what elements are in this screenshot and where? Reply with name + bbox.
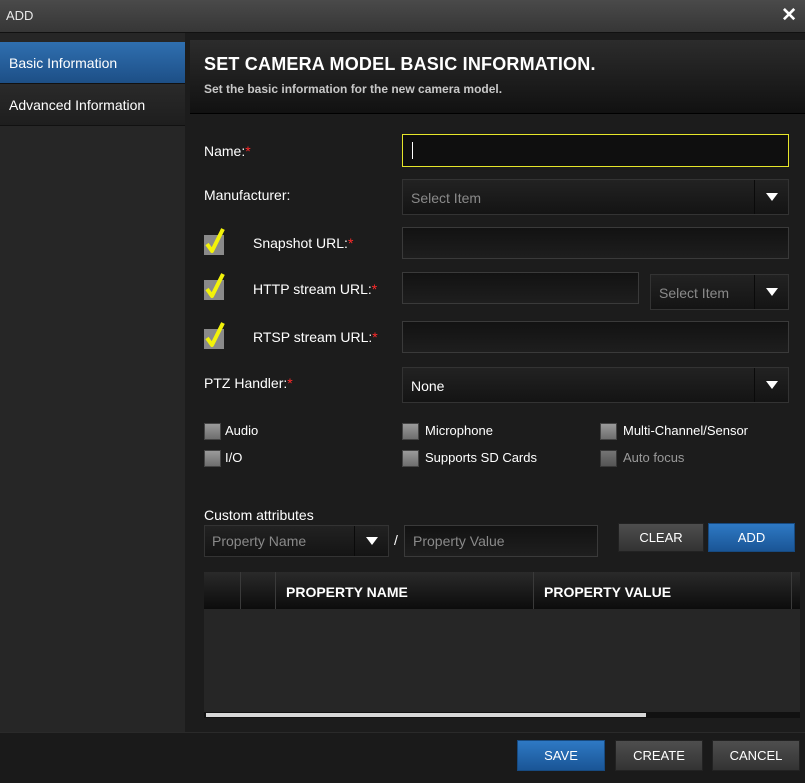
- title-bar: ADD ✕: [0, 0, 805, 33]
- horizontal-scrollbar[interactable]: [204, 712, 800, 718]
- table-header: PROPERTY NAME PROPERTY VALUE: [204, 572, 800, 609]
- page-title: SET CAMERA MODEL BASIC INFORMATION.: [204, 54, 596, 74]
- panel-header: SET CAMERA MODEL BASIC INFORMATION. Set …: [190, 40, 805, 114]
- io-checkbox[interactable]: [204, 450, 221, 467]
- property-name-select[interactable]: Property Name: [204, 525, 389, 557]
- name-label: Name:*: [204, 143, 251, 159]
- page-subtitle: Set the basic information for the new ca…: [204, 82, 503, 96]
- rtsp-stream-url-label: RTSP stream URL:*: [253, 329, 378, 345]
- manufacturer-select-value: Select Item: [411, 190, 482, 206]
- required-mark: *: [245, 143, 251, 159]
- manufacturer-label: Manufacturer:: [204, 187, 291, 203]
- required-mark: *: [347, 235, 354, 251]
- create-button[interactable]: CREATE: [615, 740, 703, 771]
- snapshot-url-input[interactable]: [402, 227, 789, 259]
- separator-slash: /: [394, 532, 398, 548]
- supports-sd-cards-checkbox[interactable]: [402, 450, 419, 467]
- snapshot-url-checkbox[interactable]: [204, 228, 225, 255]
- window-title: ADD: [6, 8, 34, 23]
- rtsp-stream-url-checkbox[interactable]: [204, 322, 225, 349]
- ptz-handler-label: PTZ Handler:*: [204, 375, 293, 391]
- sidebar-item-label: Basic Information: [9, 55, 118, 71]
- http-stream-url-label: HTTP stream URL:*: [253, 281, 378, 297]
- scrollbar-thumb[interactable]: [206, 713, 646, 717]
- auto-focus-label: Auto focus: [623, 450, 685, 465]
- required-mark: *: [372, 329, 378, 345]
- sidebar-item-basic-information[interactable]: Basic Information: [0, 42, 185, 84]
- name-input[interactable]: [402, 134, 789, 167]
- auto-focus-checkbox: [600, 450, 617, 467]
- cancel-button[interactable]: CANCEL: [712, 740, 800, 771]
- multi-channel-sensor-label: Multi-Channel/Sensor: [623, 423, 749, 438]
- check-icon: [205, 322, 225, 347]
- add-button[interactable]: ADD: [708, 523, 795, 552]
- audio-label: Audio: [225, 423, 259, 438]
- snapshot-url-label: Snapshot URL:*: [253, 235, 354, 251]
- sidebar: Basic Information Advanced Information: [0, 33, 185, 773]
- close-icon[interactable]: ✕: [781, 6, 797, 26]
- http-stream-type-select[interactable]: Select Item: [650, 274, 789, 310]
- http-stream-url-checkbox[interactable]: [204, 273, 225, 300]
- dialog-footer: SAVE CREATE CANCEL: [0, 732, 805, 783]
- audio-checkbox[interactable]: [204, 423, 221, 440]
- column-header-blank: [204, 572, 241, 609]
- manufacturer-select[interactable]: Select Item: [402, 179, 789, 215]
- http-stream-url-input[interactable]: [402, 272, 639, 304]
- sidebar-item-label: Advanced Information: [9, 97, 146, 113]
- chevron-down-icon[interactable]: [754, 180, 788, 214]
- chevron-down-icon[interactable]: [354, 526, 388, 556]
- ptz-handler-value: None: [411, 378, 445, 394]
- column-header-blank: [241, 572, 276, 609]
- clear-button[interactable]: CLEAR: [618, 523, 704, 552]
- sidebar-item-advanced-information[interactable]: Advanced Information: [0, 84, 185, 126]
- property-value-input[interactable]: Property Value: [404, 525, 598, 557]
- required-mark: *: [371, 281, 378, 297]
- column-header-property-name[interactable]: PROPERTY NAME: [276, 572, 534, 609]
- property-name-placeholder: Property Name: [212, 533, 307, 549]
- chevron-down-icon[interactable]: [754, 368, 788, 402]
- required-mark: *: [287, 375, 293, 391]
- property-value-placeholder: Property Value: [413, 533, 505, 549]
- multi-channel-sensor-checkbox[interactable]: [600, 423, 617, 440]
- ptz-handler-select[interactable]: None: [402, 367, 789, 403]
- custom-attributes-table: PROPERTY NAME PROPERTY VALUE: [204, 572, 800, 718]
- chevron-down-icon[interactable]: [754, 275, 788, 309]
- check-icon: [205, 273, 225, 298]
- supports-sd-cards-label: Supports SD Cards: [425, 450, 537, 465]
- text-caret: [412, 142, 413, 159]
- http-stream-type-value: Select Item: [659, 285, 730, 301]
- microphone-label: Microphone: [425, 423, 493, 438]
- io-label: I/O: [225, 450, 243, 465]
- column-header-property-value[interactable]: PROPERTY VALUE: [534, 572, 792, 609]
- save-button[interactable]: SAVE: [517, 740, 605, 771]
- check-icon: [205, 228, 225, 253]
- custom-attributes-label: Custom attributes: [204, 507, 314, 523]
- microphone-checkbox[interactable]: [402, 423, 419, 440]
- rtsp-stream-url-input[interactable]: [402, 321, 789, 353]
- main-panel: SET CAMERA MODEL BASIC INFORMATION. Set …: [190, 40, 805, 732]
